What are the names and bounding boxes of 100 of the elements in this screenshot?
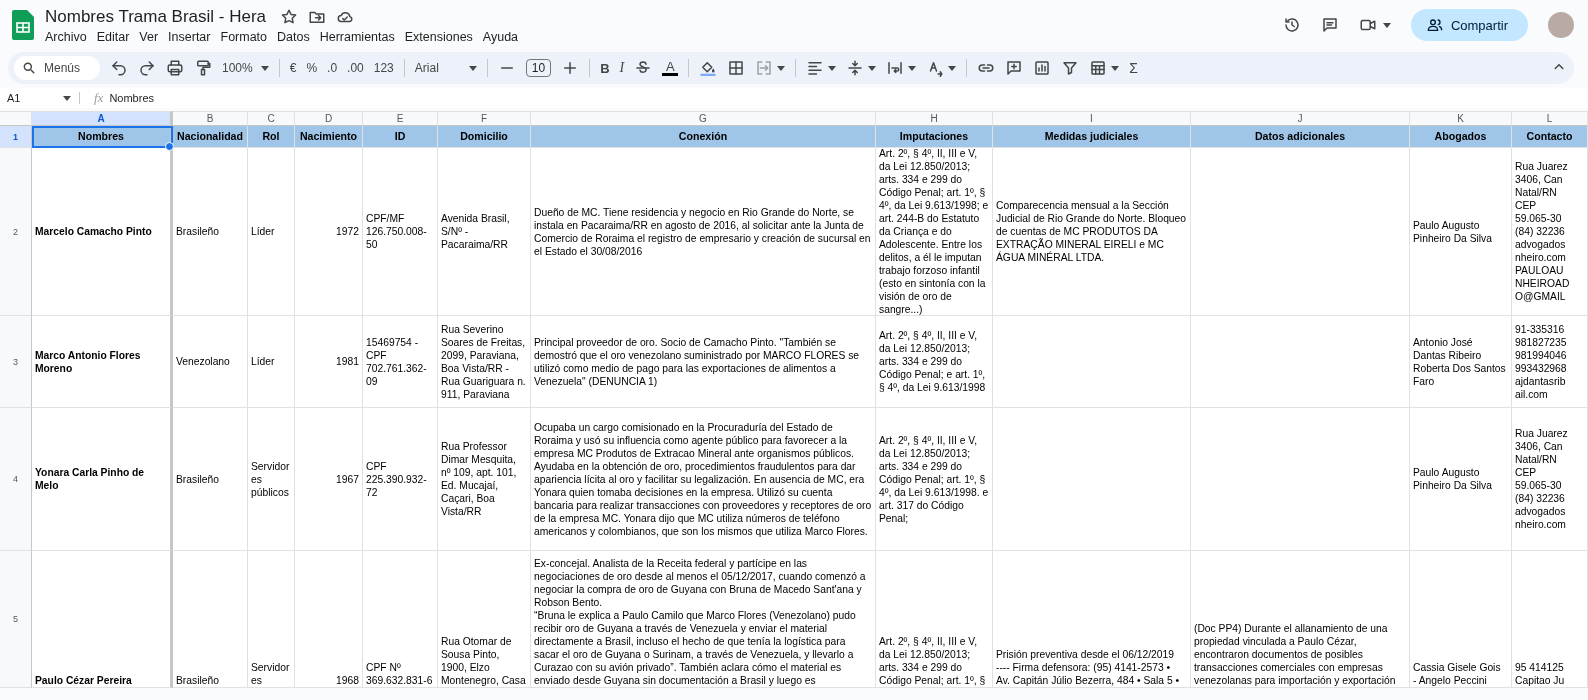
header-cell: Conexión bbox=[531, 126, 876, 148]
header-cell: Medidas judiciales bbox=[993, 126, 1191, 148]
table-cell: Rua Otomar de Sousa Pinto, 1900, Elzo Montenegro, Casa bbox=[438, 551, 531, 688]
merge-cells-icon[interactable] bbox=[755, 59, 774, 77]
table-cell: 95 414125 Capitao Ju bbox=[1512, 551, 1588, 688]
cell-reference[interactable]: A1 bbox=[7, 92, 21, 104]
functions-button[interactable]: Σ bbox=[1129, 60, 1138, 76]
menu-item[interactable]: Archivo bbox=[45, 29, 92, 44]
table-cell: Venezolano bbox=[173, 316, 248, 408]
table-cell: Servidor es bbox=[248, 551, 295, 688]
menu-item[interactable]: Ayuda bbox=[477, 29, 524, 44]
caret-icon bbox=[1382, 22, 1391, 28]
table-cell: Brasileño bbox=[173, 148, 248, 316]
search-icon bbox=[22, 61, 36, 75]
text-color-button[interactable]: A bbox=[662, 60, 679, 76]
function-label: fx bbox=[94, 90, 104, 106]
increase-decimals-button[interactable]: .00 bbox=[347, 61, 364, 75]
paint-format-icon[interactable] bbox=[194, 59, 212, 77]
header-cell: Rol bbox=[248, 126, 295, 148]
table-cell: Art. 2º, § 4º, II, III e V, da Lei 12.850/2013; arts. 334 e 299 do Código Penal; art. 1º, § 4º, da Lei 9.613/1998; e art. 244-B do Estatuto da Criança e do Adolescente. Entre los delitos, a él le imputan trabajo forzoso infantil (esto en sintonía con la visión de oro de sangre...) bbox=[876, 148, 993, 316]
table-cell: Líder bbox=[248, 316, 295, 408]
search-field[interactable]: Menús bbox=[14, 56, 100, 80]
calculator-icon[interactable] bbox=[1089, 59, 1108, 77]
table-cell: 1972 bbox=[295, 148, 363, 316]
column-header[interactable]: E bbox=[363, 111, 438, 126]
column-header[interactable]: A bbox=[32, 111, 173, 126]
caret-icon bbox=[948, 65, 957, 71]
table-cell: Paulo Augusto Pinheiro Da Silva bbox=[1410, 148, 1512, 316]
spreadsheet-logo[interactable] bbox=[12, 10, 34, 40]
print-icon[interactable] bbox=[166, 59, 184, 77]
column-header[interactable]: G bbox=[531, 111, 876, 126]
table-cell: Art. 2º, § 4º, II, III e V, da Lei 12.850/2013; arts. 334 e 299 do Código Penal; e art. 1º, § 4º, da Lei 9.613/1998 bbox=[876, 316, 993, 408]
column-header[interactable]: K bbox=[1410, 111, 1512, 126]
table-cell: Ocupaba un cargo comisionado en la Procuraduría del Estado de Roraima y usó su influencia como agente público para favorecer a la empresa MC Produtos de Extracao Mineral ante organismos públicos. Ayudaba en la obtención de oro, procedimientos fraudulentos para dar apariencia lícita al oro y facilitar su legalización. En ausencia de MC, era Yonara quien tomaba decisiones en la empresa. Utilizó su cuenta bancaria para realizar transacciones con proveedores y receptores de oro de la empresa MC. Yonara dijo que MC utiliza números de teléfono americanos y colombianos, que son los mismos que utiliza Marco Flores. bbox=[531, 408, 876, 551]
menu-item[interactable]: Extensiones bbox=[399, 29, 478, 44]
menu-item[interactable]: Ver bbox=[134, 29, 164, 44]
chart-icon[interactable] bbox=[1033, 59, 1052, 77]
text-wrap-icon[interactable] bbox=[886, 59, 905, 77]
share-button[interactable]: Compartir bbox=[1410, 9, 1528, 41]
currency-format-button[interactable]: € bbox=[289, 61, 297, 75]
row-header[interactable]: 1 bbox=[0, 126, 32, 148]
table-cell: Paulo Cézar Pereira bbox=[32, 551, 173, 688]
menu-item[interactable]: Insertar bbox=[163, 29, 216, 44]
table-cell: (Doc PP4) Durante el allanamiento de una propiedad vinculada a Paulo Cézar, encontraron documentos de posibles transacciones comerciales con empresas venezolanas para importación y exportación bbox=[1191, 551, 1410, 688]
star-icon[interactable] bbox=[280, 7, 299, 26]
table-cell: Yonara Carla Pinho de Melo bbox=[32, 408, 173, 551]
search-input[interactable]: Menús bbox=[42, 60, 90, 76]
bold-button[interactable]: B bbox=[600, 60, 610, 76]
fill-color-icon[interactable] bbox=[699, 59, 718, 77]
borders-icon[interactable] bbox=[727, 59, 746, 77]
history-icon[interactable] bbox=[1282, 16, 1301, 34]
menu-item[interactable]: Datos bbox=[272, 29, 315, 44]
caret-icon bbox=[468, 65, 477, 71]
vertical-align-icon[interactable] bbox=[846, 59, 865, 77]
font-select[interactable]: Arial bbox=[414, 61, 477, 75]
header-cell: Datos adicionales bbox=[1191, 126, 1410, 148]
caret-icon bbox=[828, 65, 837, 71]
menu-item[interactable]: Editar bbox=[91, 29, 135, 44]
add-comment-icon[interactable] bbox=[1005, 59, 1024, 77]
column-header[interactable]: F bbox=[438, 111, 531, 126]
header-cell: Abogados bbox=[1410, 126, 1512, 148]
row-header[interactable]: 3 bbox=[0, 316, 32, 408]
comment-icon[interactable] bbox=[1320, 16, 1339, 34]
table-cell: Art. 2º, § 4º, II, III e V, da Lei 12.850/2013; arts. 334 e 299 do Código Penal; art. 1º, § 4º, da Lei 9.613/1998. e art. 317 do Código Penal; bbox=[876, 408, 993, 551]
table-cell: 1981 bbox=[295, 316, 363, 408]
table-cell: Ex-concejal. Analista de la Receita federal y partícipe en las negociaciones de oro desde al menos el 05/12/2017, cuando comenzó a negociar la compra de oro de Guyana con Bruna de Macedo Sant'ana y Robson Bento. “Bruna le explica a Paulo Camilo que Marco Flores (Venezolano) pudo recibir oro de Guyana a través de Venezuela y enviar el material directamente a Brasil, incluso el hecho de que tenía la logística para sacar el oro de Guyana o Surinam, a través de Venezuela, y llevarlo a Curazao con su avión privado”. También aclara cómo el material es enviado desde Guyana sin documentación a Brasil y luego es bbox=[531, 551, 876, 688]
column-header[interactable]: J bbox=[1191, 111, 1410, 126]
redo-icon[interactable] bbox=[138, 59, 156, 77]
menu-item[interactable]: Herramientas bbox=[314, 29, 400, 44]
column-header[interactable]: C bbox=[248, 111, 295, 126]
column-header[interactable]: B bbox=[173, 111, 248, 126]
filter-icon[interactable] bbox=[1061, 59, 1080, 77]
table-cell: 1967 bbox=[295, 408, 363, 551]
caret-icon bbox=[868, 65, 877, 71]
table-cell: Líder bbox=[248, 148, 295, 316]
decrease-decimals-button[interactable]: .0 bbox=[327, 61, 338, 75]
column-header[interactable]: L bbox=[1512, 111, 1588, 126]
zoom-select[interactable]: 100% bbox=[222, 61, 269, 75]
percent-format-button[interactable]: % bbox=[306, 61, 318, 75]
number-format-button[interactable]: 123 bbox=[373, 61, 394, 75]
column-header[interactable]: D bbox=[295, 111, 363, 126]
undo-icon[interactable] bbox=[110, 59, 128, 77]
table-cell: Rua Professor Dimar Mesquita, nº 109, apt. 101, Ed. Mucajaí, Caçari, Boa Vista/RR bbox=[438, 408, 531, 551]
row-header[interactable]: 4 bbox=[0, 408, 32, 551]
column-header[interactable]: I bbox=[993, 111, 1191, 126]
caret-icon bbox=[777, 65, 786, 71]
formula-field[interactable]: Nombres bbox=[109, 92, 154, 104]
document-title[interactable]: Nombres Trama Brasil - Hera bbox=[45, 6, 267, 27]
align-left-icon[interactable] bbox=[806, 59, 825, 77]
italic-button[interactable]: I bbox=[619, 60, 625, 76]
table-cell: CPF 225.390.932-72 bbox=[363, 408, 438, 551]
row-header[interactable]: 2 bbox=[0, 148, 32, 316]
header-cell: ID bbox=[363, 126, 438, 148]
table-cell: Comparecencia mensual a la Sección Judicial de Rio Grande do Norte. Bloqueo de cuentas de MC PRODUTOS DA EXTRAÇÃO MINERAL EIRELI e MC ÁGUA MINÉRAL LTDA. bbox=[993, 148, 1191, 316]
header-cell: Nombres bbox=[32, 126, 173, 148]
column-header[interactable]: H bbox=[876, 111, 993, 126]
row-header[interactable]: 5 bbox=[0, 551, 32, 688]
table-cell: Principal proveedor de oro. Socio de Camacho Pinto. "También se demostró que el oro venezolano suministrado por MARCO FLORES se utilizó como medio de pago para las exportaciones de alimentos a Venezuela" (DENUNCIA 1) bbox=[531, 316, 876, 408]
font-size-field[interactable]: 10 bbox=[525, 59, 552, 77]
menu-item[interactable]: Formato bbox=[215, 29, 273, 44]
